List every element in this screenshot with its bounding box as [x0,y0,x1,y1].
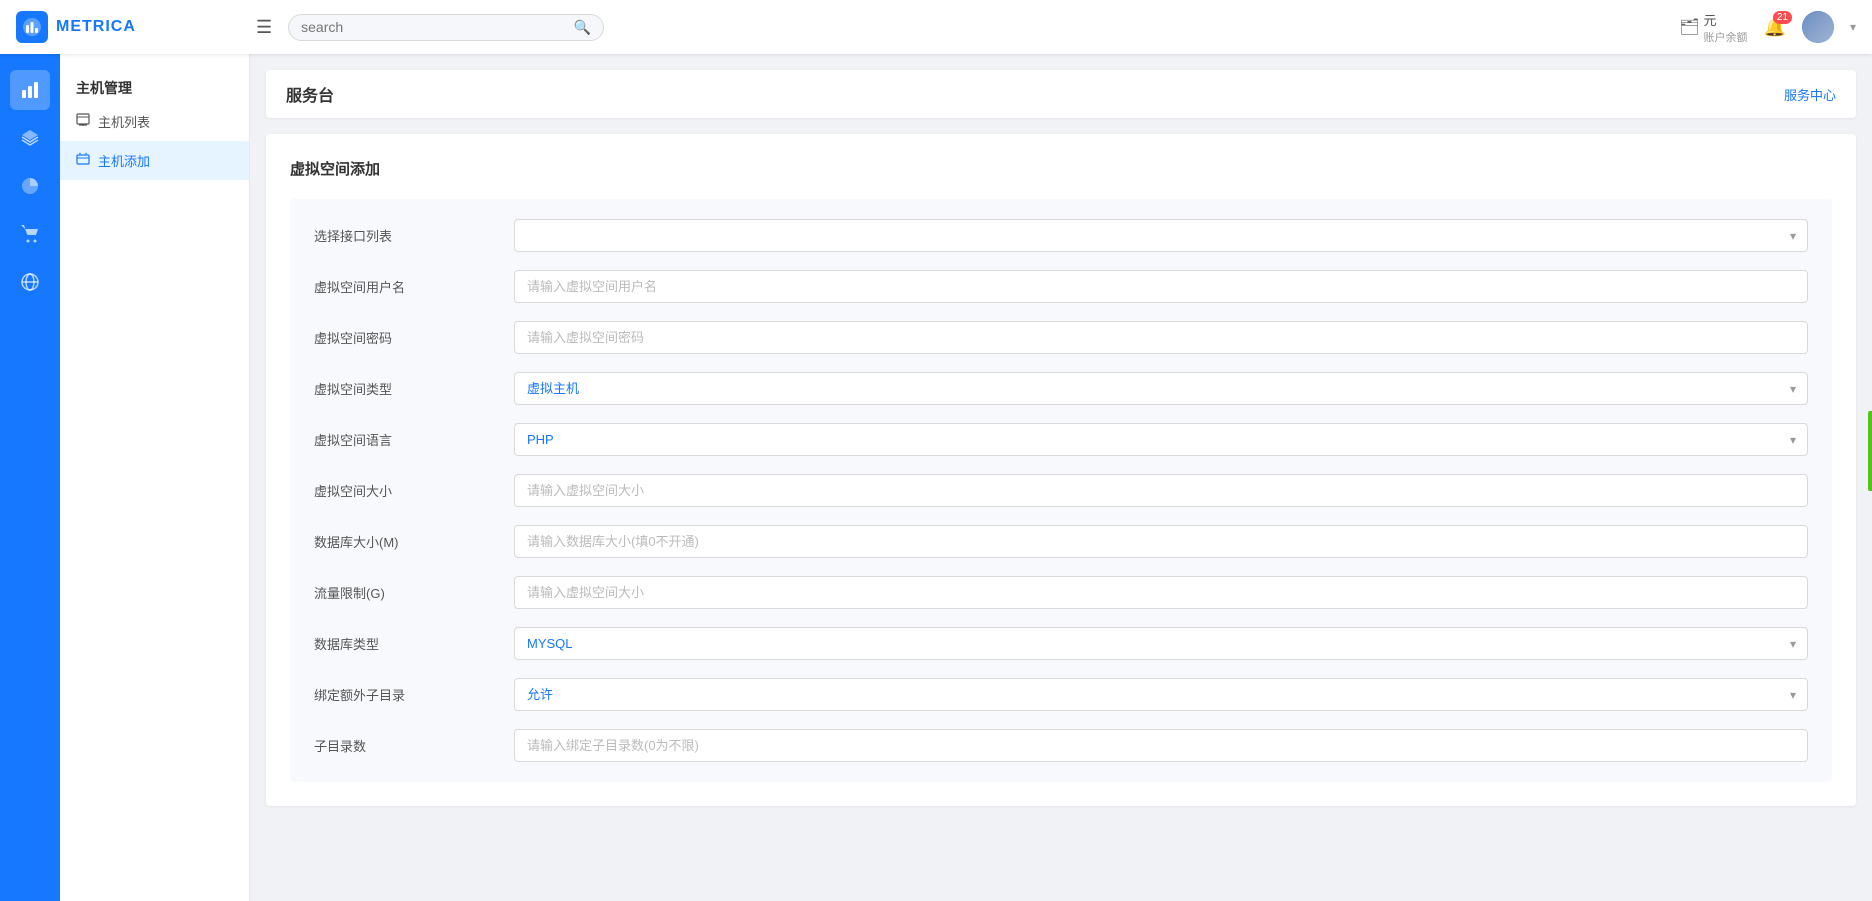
type-label: 虚拟空间类型 [314,379,514,398]
sidebar-item-host-list-label: 主机列表 [98,112,150,131]
sidebar-icon-globe[interactable] [10,262,50,302]
subdir-count-control [514,729,1808,762]
form-group-subdir-count: 子目录数 [314,729,1808,762]
username-input[interactable] [514,270,1808,303]
username-control [514,270,1808,303]
sidebar-icon-analytics[interactable] [10,70,50,110]
interface-list-label: 选择接口列表 [314,226,514,245]
form-group-password: 虚拟空间密码 [314,321,1808,354]
account-balance[interactable]: 🗂 元 账户余额 [1679,10,1747,45]
account-info: 元 账户余额 [1704,10,1748,45]
db-size-control [514,525,1808,558]
username-label: 虚拟空间用户名 [314,277,514,296]
traffic-control [514,576,1808,609]
subdir-count-label: 子目录数 [314,736,514,755]
form-group-size: 虚拟空间大小 [314,474,1808,507]
size-label: 虚拟空间大小 [314,481,514,500]
search-box: 🔍 [288,14,604,41]
sidebar-icon-pie[interactable] [10,166,50,206]
interface-list-select[interactable] [514,219,1808,252]
host-list-icon [76,113,90,130]
avatar-image [1802,11,1834,43]
icon-sidebar [0,54,60,901]
account-amount: 元 [1704,10,1748,29]
db-type-wrapper: MYSQL [514,627,1808,660]
language-label: 虚拟空间语言 [314,430,514,449]
nav-sidebar: 主机管理 主机列表 主机添加 [60,54,250,901]
type-select[interactable]: 虚拟主机 [514,372,1808,405]
form-group-username: 虚拟空间用户名 [314,270,1808,303]
password-input[interactable] [514,321,1808,354]
sidebar-item-host-list[interactable]: 主机列表 [60,102,249,141]
size-input[interactable] [514,474,1808,507]
search-icon[interactable]: 🔍 [574,19,591,36]
form-section: 选择接口列表 虚拟空间用户名 虚拟空间密码 [290,199,1832,782]
form-card-title: 虚拟空间添加 [290,158,1832,179]
page-header: 服务台 服务中心 [266,70,1856,118]
form-group-subdir: 绑定额外子目录 允许 [314,678,1808,711]
db-size-input[interactable] [514,525,1808,558]
menu-toggle-button[interactable]: ☰ [256,17,272,38]
notification-badge: 21 [1773,11,1792,24]
language-select[interactable]: PHP [514,423,1808,456]
sidebar-item-host-add-label: 主机添加 [98,151,150,170]
form-group-type: 虚拟空间类型 虚拟主机 [314,372,1808,405]
header-right: 🗂 元 账户余额 🔔 21 ▾ [1679,10,1856,45]
form-group-language: 虚拟空间语言 PHP [314,423,1808,456]
logo-text: METRICA [56,18,136,36]
nav-section-title: 主机管理 [60,70,249,102]
notification-button[interactable]: 🔔 21 [1764,17,1786,38]
traffic-input[interactable] [514,576,1808,609]
form-card: 虚拟空间添加 选择接口列表 虚拟空间用户名 [266,134,1856,806]
language-wrapper: PHP [514,423,1808,456]
subdir-wrapper: 允许 [514,678,1808,711]
page-title: 服务台 [286,82,334,106]
form-group-db-type: 数据库类型 MYSQL [314,627,1808,660]
search-input[interactable] [301,19,574,35]
layout: 主机管理 主机列表 主机添加 [0,54,1872,901]
logo-icon [16,11,48,43]
size-control [514,474,1808,507]
subdir-select[interactable]: 允许 [514,678,1808,711]
db-size-label: 数据库大小(M) [314,532,514,551]
password-label: 虚拟空间密码 [314,328,514,347]
sidebar-icon-layers[interactable] [10,118,50,158]
db-type-select[interactable]: MYSQL [514,627,1808,660]
form-group-traffic: 流量限制(G) [314,576,1808,609]
traffic-label: 流量限制(G) [314,583,514,602]
main-content: 服务台 服务中心 虚拟空间添加 选择接口列表 虚拟空间用户名 [250,54,1872,901]
avatar-dropdown-icon[interactable]: ▾ [1850,20,1856,34]
subdir-label: 绑定额外子目录 [314,685,514,704]
logo-area: METRICA [16,11,256,43]
type-wrapper: 虚拟主机 [514,372,1808,405]
header: METRICA ☰ 🔍 🗂 元 账户余额 🔔 21 ▾ [0,0,1872,54]
sidebar-icon-cart[interactable] [10,214,50,254]
avatar[interactable] [1802,11,1834,43]
form-group-db-size: 数据库大小(M) [314,525,1808,558]
right-indicator [1868,411,1872,491]
password-control [514,321,1808,354]
service-center-link[interactable]: 服务中心 [1784,85,1836,104]
wallet-icon: 🗂 [1679,17,1699,37]
account-sublabel: 账户余额 [1704,29,1748,45]
form-group-interface: 选择接口列表 [314,219,1808,252]
interface-list-wrapper [514,219,1808,252]
host-add-icon [76,152,90,169]
db-type-label: 数据库类型 [314,634,514,653]
sidebar-item-host-add[interactable]: 主机添加 [60,141,249,180]
subdir-count-input[interactable] [514,729,1808,762]
